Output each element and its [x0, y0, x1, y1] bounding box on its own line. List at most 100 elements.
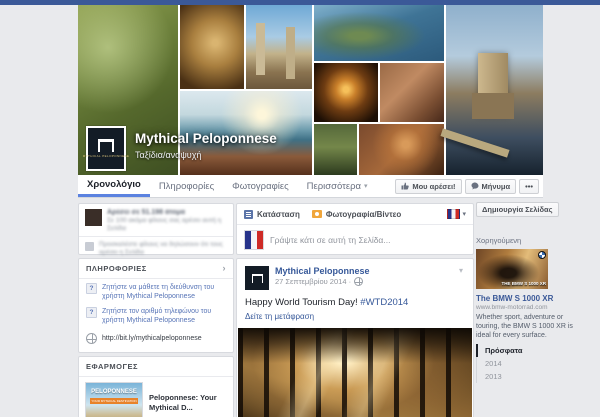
page-logo-caption: MYTHICAL PELOPONNESE	[83, 154, 130, 158]
cover-photo-ancient-artifacts	[180, 5, 244, 89]
page-nav-bar: Χρονολόγιο Πληροφορίες Φωτογραφίες Περισ…	[78, 175, 543, 198]
cover-photo-aerial-bay	[314, 5, 444, 61]
cover-photo-sea-castle	[446, 5, 543, 175]
facebook-page-screen: MYTHICAL PELOPONNESE Mythical Peloponnes…	[0, 0, 600, 417]
apps-box: ΕΦΑΡΜΟΓΕΣ PELOPONNESE YOUR MYTHICAL DEST…	[78, 356, 234, 417]
post-hashtag-link[interactable]: #WTD2014	[360, 297, 408, 308]
message-button-label: Μήνυμα	[482, 182, 511, 191]
timeline-year-nav: Πρόσφατα 2014 2013	[476, 344, 576, 383]
tab-more[interactable]: Περισσότερα ▾	[298, 175, 377, 197]
timeline-nav-recent[interactable]: Πρόσφατα	[476, 344, 576, 357]
cover-photo[interactable]: MYTHICAL PELOPONNESE Mythical Peloponnes…	[78, 5, 543, 175]
app-thumb-subtitle: YOUR MYTHICAL DESTINATION	[90, 398, 138, 404]
create-page-label: Δημιουργία Σελίδας	[482, 205, 553, 214]
question-icon: ?	[86, 283, 97, 294]
tab-more-label: Περισσότερα	[307, 181, 361, 192]
post-as-selector[interactable]: ▾	[447, 209, 466, 219]
timeline-nav-2014[interactable]: 2014	[476, 357, 576, 370]
see-translation-link[interactable]: Δείτε τη μετάφραση	[237, 308, 473, 327]
question-icon: ?	[86, 307, 97, 318]
more-options-label: •••	[525, 182, 533, 191]
tab-timeline[interactable]: Χρονολόγιο	[78, 175, 150, 197]
chevron-right-icon[interactable]: ›	[223, 264, 227, 273]
tab-timeline-label: Χρονολόγιο	[87, 179, 141, 190]
post-composer: Κατάσταση Φωτογραφία/Βίντεο ▾ Γράψτε κάτ…	[236, 203, 474, 255]
thumb-up-icon	[401, 182, 409, 190]
timeline-post: Mythical Peloponnese 27 Σεπτεμβρίου 2014…	[236, 258, 474, 417]
cover-photo-forest-trail	[314, 124, 357, 175]
app-thumb-title: PELOPONNESE	[86, 389, 142, 395]
tab-about[interactable]: Πληροφορίες	[150, 175, 223, 197]
invite-friends-text: Προσκαλέστε φίλους να δηλώσουν ότι τους …	[99, 241, 227, 257]
page-action-buttons: Μου αρέσει! Μήνυμα •••	[395, 175, 543, 197]
timeline-nav-2013[interactable]: 2013	[476, 370, 576, 383]
apps-box-title: ΕΦΑΡΜΟΓΕΣ	[86, 362, 138, 371]
message-button[interactable]: Μήνυμα	[465, 179, 517, 194]
likes-count-text: Αρέσει σε 51.198 άτομα	[107, 209, 227, 217]
composer-placeholder: Γράψτε κάτι σε αυτή τη Σελίδα...	[270, 235, 390, 245]
page-category: Ταξίδια/αναψυχή	[135, 150, 201, 160]
post-date-text: 27 Σεπτεμβρίου 2014 ·	[275, 277, 351, 286]
composer-photo-label: Φωτογραφία/Βίντεο	[326, 210, 401, 219]
ad-title-link[interactable]: The BMW S 1000 XR	[476, 294, 590, 303]
ad-image-caption: THE BMW S 1000 XR	[501, 281, 546, 286]
post-author-name[interactable]: Mythical Peloponnese	[275, 266, 370, 277]
page-logo-icon	[98, 139, 114, 152]
friends-like-text: Σε 100 ακόμα φίλους σας αρέσει αυτή η Σε…	[107, 217, 227, 233]
post-photo-forest-sunbeams[interactable]	[238, 328, 472, 417]
app-item[interactable]: PELOPONNESE YOUR MYTHICAL DESTINATION Pe…	[79, 377, 233, 417]
viewer-avatar	[244, 230, 264, 250]
globe-icon	[86, 333, 97, 344]
ask-phone-link[interactable]: ? Ζητήστε τον αριθμό τηλεφώνου του χρήστ…	[79, 303, 233, 327]
app-thumbnail[interactable]: PELOPONNESE YOUR MYTHICAL DESTINATION	[85, 382, 143, 417]
friend-avatar	[85, 209, 102, 226]
post-menu-button[interactable]: ▾	[457, 266, 465, 290]
cover-photo-spa-massage	[380, 63, 444, 122]
invite-person-icon	[85, 242, 94, 251]
status-pencil-icon	[244, 210, 253, 219]
cover-photo-cooking-child	[359, 124, 444, 175]
composer-photo-tab[interactable]: Φωτογραφία/Βίντεο	[312, 210, 401, 219]
post-author-avatar[interactable]	[245, 266, 269, 290]
tab-photos[interactable]: Φωτογραφίες	[223, 175, 298, 197]
website-link[interactable]: http://bit.ly/mythicalpeloponnese	[79, 327, 233, 346]
composer-input[interactable]: Γράψτε κάτι σε αυτή τη Σελίδα...	[237, 225, 473, 255]
post-header: Mythical Peloponnese 27 Σεπτεμβρίου 2014…	[237, 259, 473, 290]
more-options-button[interactable]: •••	[519, 179, 539, 194]
like-button[interactable]: Μου αρέσει!	[395, 179, 461, 194]
composer-status-tab[interactable]: Κατάσταση	[244, 210, 300, 219]
about-box: ΠΛΗΡΟΦΟΡΙΕΣ › ? Ζητήστε να μάθετε τη διε…	[78, 258, 234, 353]
chevron-down-icon: ▾	[364, 182, 368, 190]
likes-summary-row: Αρέσει σε 51.198 άτομα Σε 100 ακόμα φίλο…	[79, 204, 233, 236]
tab-photos-label: Φωτογραφίες	[232, 181, 289, 192]
app-name-label: Peloponnese: Your Mythical D...	[149, 393, 227, 413]
website-url-text: http://bit.ly/mythicalpeloponnese	[102, 334, 202, 343]
castle-tower-shape	[478, 53, 508, 115]
french-flag-icon	[447, 209, 460, 219]
cover-photo-ancient-columns	[246, 5, 312, 89]
tab-about-label: Πληροφορίες	[159, 181, 214, 192]
about-box-title: ΠΛΗΡΟΦΟΡΙΕΣ	[86, 264, 147, 273]
castle-pier-shape	[440, 128, 509, 157]
bmw-logo-icon	[538, 251, 546, 259]
ad-url: www.bmw-motorrad.com	[476, 304, 590, 311]
post-timestamp[interactable]: 27 Σεπτεμβρίου 2014 ·	[275, 277, 370, 286]
public-globe-icon	[354, 277, 363, 286]
composer-tabs: Κατάσταση Φωτογραφία/Βίντεο ▾	[237, 204, 473, 225]
create-page-button[interactable]: Δημιουργία Σελίδας	[476, 202, 559, 217]
composer-status-label: Κατάσταση	[257, 210, 300, 219]
cover-photo-sunset-dinner	[314, 63, 378, 122]
sponsored-label: Χορηγούμενη	[476, 236, 521, 245]
camera-icon	[312, 210, 322, 218]
page-logo-icon	[252, 274, 263, 283]
likes-summary-box: Αρέσει σε 51.198 άτομα Σε 100 ακόμα φίλο…	[78, 203, 234, 255]
page-title: Mythical Peloponnese	[135, 131, 277, 146]
ad-body-text: Whether sport, adventure or touring, the…	[476, 313, 588, 340]
ad-image-motorcycle[interactable]: THE BMW S 1000 XR	[476, 249, 548, 289]
likes-summary-text: Αρέσει σε 51.198 άτομα Σε 100 ακόμα φίλο…	[107, 209, 227, 233]
ask-address-link[interactable]: ? Ζητήστε να μάθετε τη διεύθυνση του χρή…	[79, 279, 233, 303]
ask-address-text: Ζητήστε να μάθετε τη διεύθυνση του χρήστ…	[102, 283, 226, 301]
profile-picture[interactable]: MYTHICAL PELOPONNESE	[86, 126, 126, 171]
message-bubble-icon	[471, 182, 479, 190]
chevron-down-icon: ▾	[462, 210, 466, 218]
